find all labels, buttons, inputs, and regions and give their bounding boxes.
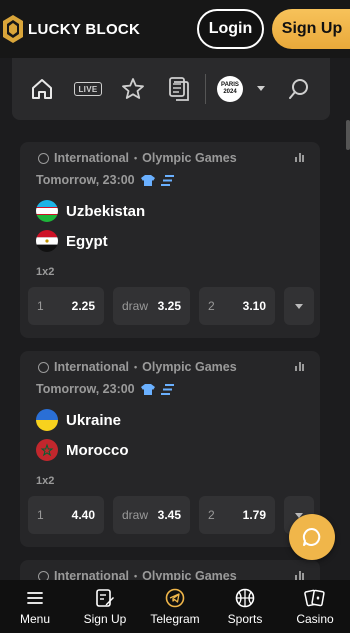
event-category: International: [54, 151, 130, 165]
stats-icon[interactable]: [295, 153, 304, 162]
logo-badge-icon: [2, 14, 24, 44]
odd-button-home[interactable]: 1 4.40: [28, 496, 104, 534]
globe-icon: [38, 361, 49, 373]
odd-label: draw: [122, 508, 149, 522]
toolbar-divider: [205, 74, 206, 104]
uzbekistan-flag-icon: [36, 200, 58, 222]
signup-icon: [95, 587, 115, 609]
search-icon[interactable]: [288, 78, 310, 100]
nav-label: Telegram: [150, 612, 200, 626]
chat-icon: [302, 527, 321, 546]
nav-label: Menu: [19, 612, 51, 626]
olympics-line2: 2024: [223, 89, 237, 95]
event-category: International: [54, 360, 130, 374]
brand-name: LUCKY BLOCK: [28, 20, 141, 38]
live-icon[interactable]: LIVE: [74, 82, 102, 96]
away-team-name: Morocco: [66, 441, 129, 459]
event-time-text: Tomorrow, 23:00: [36, 382, 135, 396]
odd-value: 1.79: [242, 508, 266, 522]
away-team: Morocco: [36, 439, 129, 461]
jersey-icon: [140, 383, 155, 395]
more-markets-button[interactable]: [284, 287, 314, 325]
login-button[interactable]: Login: [197, 9, 264, 49]
egypt-flag-icon: [36, 230, 58, 252]
event-time-text: Tomorrow, 23:00: [36, 173, 135, 187]
event-time: Tomorrow, 23:00: [36, 173, 175, 187]
signup-button[interactable]: Sign Up: [272, 9, 350, 49]
chat-button[interactable]: [289, 514, 335, 560]
event-time: Tomorrow, 23:00: [36, 382, 175, 396]
event-competition-name: Olympic Games: [142, 151, 237, 165]
page-scrollbar[interactable]: [346, 120, 350, 150]
chevron-down-icon[interactable]: [257, 86, 265, 91]
olympics-icon[interactable]: PARIS 2024: [217, 76, 243, 102]
telegram-icon: [165, 587, 185, 609]
nav-casino[interactable]: Casino: [280, 580, 350, 633]
casino-icon: [304, 587, 326, 609]
odd-button-away[interactable]: 2 3.10: [199, 287, 275, 325]
odd-button-home[interactable]: 1 2.25: [28, 287, 104, 325]
chevron-down-icon: [295, 303, 303, 309]
odd-button-away[interactable]: 2 1.79: [199, 496, 275, 534]
odd-value: 3.45: [157, 508, 181, 522]
boost-icon: [160, 174, 174, 186]
menu-icon: [27, 587, 43, 609]
odd-label: 2: [208, 299, 215, 313]
market-label: 1x2: [36, 475, 55, 487]
brand-logo[interactable]: LUCKY BLOCK: [2, 14, 140, 44]
odd-value: 3.25: [157, 299, 181, 313]
nav-menu[interactable]: Menu: [0, 580, 70, 633]
away-team: Egypt: [36, 230, 108, 252]
odd-value: 2.25: [71, 299, 95, 313]
home-team: Uzbekistan: [36, 200, 145, 222]
jersey-icon: [140, 174, 155, 186]
odd-value: 4.40: [71, 508, 95, 522]
nav-label: Casino: [296, 612, 334, 626]
home-icon[interactable]: [30, 78, 54, 100]
odd-label: 2: [208, 508, 215, 522]
live-label: LIVE: [74, 82, 102, 96]
sports-toolbar: LIVE PARIS 2024: [12, 58, 330, 120]
market-label: 1x2: [36, 266, 55, 278]
bottom-nav: Menu Sign Up Telegram Sports Casino: [0, 580, 350, 633]
home-team-name: Uzbekistan: [66, 202, 146, 220]
odd-button-draw[interactable]: draw 3.45: [113, 496, 190, 534]
event-competition-name: Olympic Games: [142, 360, 237, 374]
olympics-line1: PARIS: [221, 82, 239, 88]
olympics-badge: PARIS 2024: [217, 76, 243, 102]
nav-label: Sign Up: [83, 612, 127, 626]
stats-icon[interactable]: [295, 571, 304, 580]
home-team-name: Ukraine: [66, 411, 122, 429]
odd-value: 3.10: [242, 299, 266, 313]
ukraine-flag-icon: [36, 409, 58, 431]
event-card[interactable]: International • Olympic Games Tomorrow, …: [20, 351, 320, 547]
odd-label: 1: [37, 508, 44, 522]
odd-button-draw[interactable]: draw 3.25: [113, 287, 190, 325]
away-team-name: Egypt: [66, 232, 108, 250]
nav-sports[interactable]: Sports: [210, 580, 280, 633]
home-team: Ukraine: [36, 409, 121, 431]
event-competition: International • Olympic Games: [38, 360, 237, 374]
nav-signup[interactable]: Sign Up: [70, 580, 140, 633]
betslip-icon[interactable]: [168, 76, 190, 102]
odd-label: draw: [122, 299, 149, 313]
odd-label: 1: [37, 299, 44, 313]
event-competition: International • Olympic Games: [38, 151, 237, 165]
top-header: LUCKY BLOCK Login Sign Up: [0, 0, 350, 58]
star-icon[interactable]: [121, 77, 145, 101]
sports-icon: [235, 587, 255, 609]
stats-icon[interactable]: [295, 362, 304, 371]
globe-icon: [38, 152, 49, 164]
boost-icon: [160, 383, 174, 395]
nav-telegram[interactable]: Telegram: [140, 580, 210, 633]
event-card[interactable]: International • Olympic Games Tomorrow, …: [20, 142, 320, 338]
nav-label: Sports: [227, 612, 263, 626]
morocco-flag-icon: [36, 439, 58, 461]
